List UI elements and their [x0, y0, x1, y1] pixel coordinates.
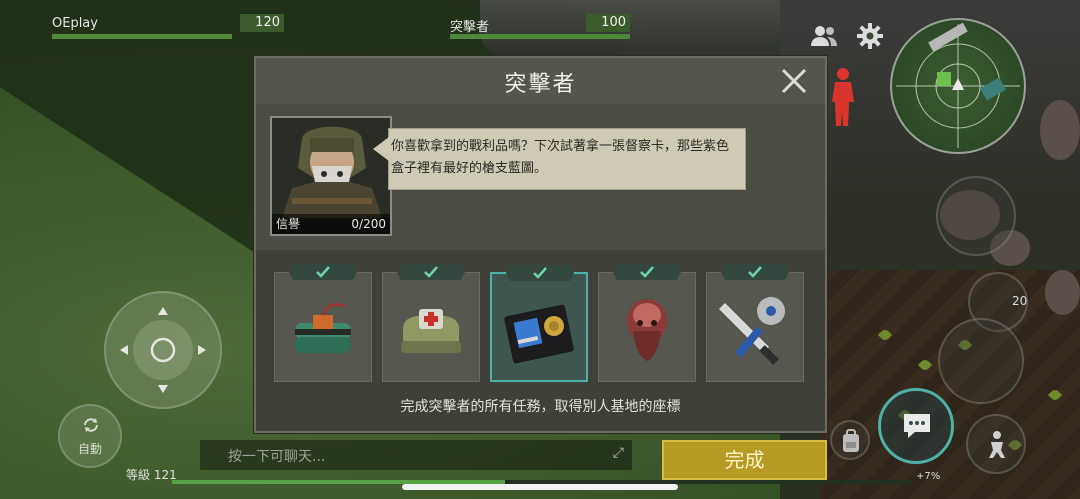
- count-label: 20: [1012, 294, 1028, 308]
- crouch-button[interactable]: [966, 414, 1026, 474]
- rewards-caption: 完成突擊者的所有任務，取得別人基地的座標: [400, 399, 681, 415]
- backpack-button[interactable]: [830, 420, 870, 460]
- reward-item-weapons[interactable]: [706, 264, 804, 382]
- inspector-card-icon: [504, 304, 574, 364]
- reward-complete-tab: [289, 264, 357, 280]
- close-button[interactable]: [779, 66, 809, 96]
- friends-icon[interactable]: [810, 22, 838, 50]
- reward-item-explosive[interactable]: [274, 264, 372, 382]
- auto-button[interactable]: 自動: [58, 404, 122, 468]
- reputation-bar: 信譽 0/200: [272, 214, 390, 234]
- raider-dialog: 突擊者 信譽 0/200 你喜歡拿到的戰利品嗎？下次試著拿一張督察卡，那些紫色盒…: [254, 56, 827, 433]
- enemy-name: 突擊者: [450, 20, 490, 35]
- home-indicator: [402, 484, 678, 490]
- rock: [1045, 270, 1080, 315]
- expand-icon[interactable]: ⤢: [613, 445, 624, 461]
- checkmark-icon: [640, 266, 654, 278]
- backpack-icon: [843, 429, 859, 452]
- joystick-arrows-icon: [120, 307, 206, 393]
- rock: [1040, 100, 1080, 160]
- player-name: OEplay: [52, 16, 98, 31]
- attack-button[interactable]: [938, 318, 1024, 404]
- explosive-icon: [295, 303, 351, 353]
- minimap-graphic: [896, 22, 1020, 148]
- auto-label: 自動: [77, 442, 102, 456]
- speech-bubble: 你喜歡拿到的戰利品嗎？下次試著拿一張督察卡，那些紫色盒子裡有最好的槍支藍圖。: [373, 128, 746, 190]
- crouch-icon: [989, 431, 1005, 458]
- chat-input[interactable]: 按一下可聊天... ⤢: [200, 440, 632, 470]
- player-hp-line: [52, 34, 232, 39]
- reward-item-inspector-card[interactable]: [490, 265, 588, 382]
- action-button[interactable]: [936, 176, 1016, 256]
- reputation-value: 0/200: [351, 217, 386, 231]
- reward-complete-tab: [613, 264, 681, 280]
- npc-portrait: 信譽 0/200: [270, 116, 392, 236]
- chat-placeholder: 按一下可聊天...: [228, 449, 326, 465]
- speech-tail: [373, 137, 389, 161]
- chat-button[interactable]: [878, 388, 954, 464]
- chat-bubble-icon: [904, 414, 930, 438]
- vehicle-wreck: [480, 0, 810, 60]
- reward-item-medkit[interactable]: [382, 264, 480, 382]
- reputation-label: 信譽: [276, 217, 301, 231]
- gear-icon[interactable]: [856, 22, 884, 50]
- reward-complete-tab: [506, 265, 574, 281]
- machete-and-saw-icon: [719, 297, 785, 365]
- refresh-icon: [84, 418, 98, 432]
- dialog-title: 突擊者: [504, 72, 577, 97]
- movement-joystick[interactable]: [104, 291, 222, 409]
- checkmark-icon: [533, 267, 547, 279]
- enemy-hp-line: [450, 34, 630, 39]
- level-label: 等級 121: [126, 468, 177, 482]
- xp-percent: +7%: [916, 471, 941, 482]
- player-marker-icon: [832, 68, 854, 126]
- complete-button[interactable]: 完成: [662, 440, 827, 480]
- reward-complete-tab: [721, 264, 789, 280]
- player-hp-value: 120: [240, 14, 284, 32]
- checkmark-icon: [316, 266, 330, 278]
- checkmark-icon: [424, 266, 438, 278]
- speech-text: 你喜歡拿到的戰利品嗎？下次試著拿一張督察卡，那些紫色盒子裡有最好的槍支藍圖。: [391, 139, 730, 176]
- close-icon: [781, 68, 807, 94]
- medkit-bag-icon: [401, 309, 461, 353]
- rewards-panel: 完成突擊者的所有任務，取得別人基地的座標: [256, 250, 825, 431]
- reward-complete-tab: [397, 264, 465, 280]
- reward-item-mask[interactable]: [598, 264, 696, 382]
- flesh-mask-icon: [627, 299, 667, 361]
- minimap[interactable]: [890, 18, 1026, 154]
- checkmark-icon: [748, 266, 762, 278]
- enemy-hp-value: 100: [586, 14, 630, 32]
- dialog-header: 突擊者: [256, 58, 825, 104]
- raider-portrait-image: [272, 118, 390, 218]
